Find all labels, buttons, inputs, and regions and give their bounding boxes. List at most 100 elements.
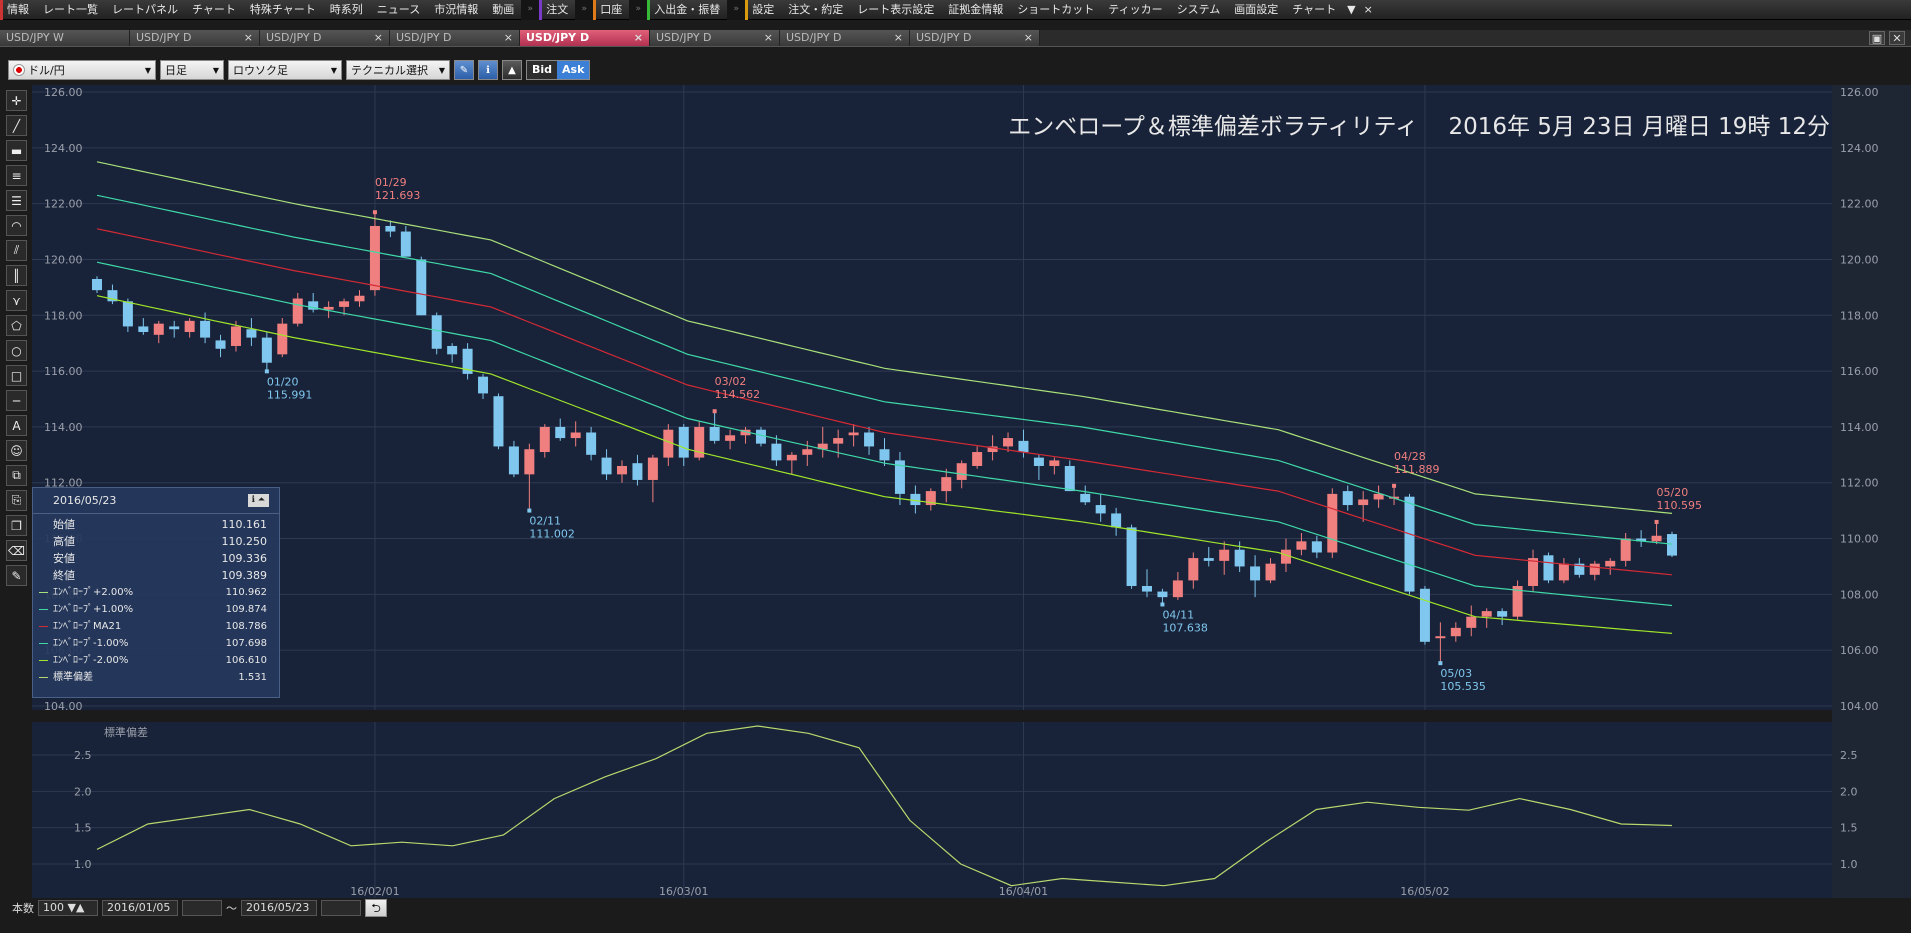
menu-item[interactable]: 注文・約定 — [781, 0, 850, 20]
rectangle-icon[interactable]: □ — [6, 365, 27, 386]
menu-item[interactable]: 口座 — [593, 0, 629, 20]
eraser-small-icon[interactable]: ✎ — [6, 565, 27, 586]
pencil-icon[interactable]: ✎ — [454, 60, 474, 80]
chart-kind-select[interactable]: ロウソク足 ▼ — [228, 60, 342, 80]
chart-svg[interactable]: 126.00 126.00 124.00 124.00 122.00 122.00 120.… — [32, 85, 1911, 898]
candle-up — [1620, 538, 1631, 561]
symbol-select[interactable]: ドル/円 ▼ — [8, 60, 156, 80]
menu-overflow-icon[interactable]: » — [629, 0, 648, 20]
bid-button[interactable]: Bid — [527, 61, 558, 79]
paste-icon[interactable]: ⎘ — [6, 490, 27, 511]
fibonacci-arc-icon[interactable]: ◠ — [6, 215, 27, 236]
area-chart-icon[interactable]: ▲ — [502, 60, 522, 80]
bid-ask-toggle[interactable]: Bid Ask — [526, 60, 591, 80]
end-time-input[interactable] — [321, 900, 361, 916]
menu-item[interactable]: 市況情報 — [427, 0, 485, 20]
menu-dropdown-icon[interactable]: ▼ — [1343, 0, 1359, 20]
menu-item[interactable]: レート一覧 — [36, 0, 105, 20]
y-tick-label-left: 124.00 — [44, 142, 83, 155]
menu-item[interactable]: 注文 — [539, 0, 575, 20]
tab-close-icon[interactable]: × — [634, 30, 643, 46]
menu-item[interactable]: システム — [1170, 0, 1228, 20]
chart-tab[interactable]: USD/JPY D × — [130, 30, 260, 46]
tab-close-icon[interactable]: × — [764, 30, 773, 46]
menu-close-icon[interactable]: × — [1360, 0, 1377, 20]
candle-down — [1311, 541, 1322, 553]
indicator-row: ｴﾝﾍﾞﾛｰﾌﾟ-1.00% 107.698 — [33, 635, 279, 652]
menu-item[interactable]: 情報 — [0, 0, 36, 20]
eraser-icon[interactable]: ▬ — [6, 140, 27, 161]
fan-icon[interactable]: ⫽ — [6, 240, 27, 261]
start-time-input[interactable] — [182, 900, 222, 916]
chart-tab[interactable]: USD/JPY W — [0, 30, 130, 46]
candle-down — [879, 449, 890, 461]
menu-item[interactable]: レートパネル — [105, 0, 185, 20]
line-icon[interactable]: ─ — [6, 390, 27, 411]
info-icon[interactable]: ℹ — [478, 60, 498, 80]
vline-icon[interactable]: ║ — [6, 265, 27, 286]
technical-select[interactable]: テクニカル選択 ▼ — [346, 60, 450, 80]
erase-all-icon[interactable]: ⌫ — [6, 540, 27, 561]
chart-tab[interactable]: USD/JPY D × — [780, 30, 910, 46]
marker-dot — [1392, 483, 1397, 488]
tab-close-icon[interactable]: × — [1024, 30, 1033, 46]
info-collapse-icon[interactable]: ℹ ⏶ — [247, 494, 269, 507]
menu-item[interactable]: 設定 — [745, 0, 781, 20]
menu-overflow-icon[interactable]: » — [575, 0, 594, 20]
chart-tab[interactable]: USD/JPY D × — [910, 30, 1040, 46]
text-icon[interactable]: A — [6, 415, 27, 436]
smiley-icon[interactable]: ☺ — [6, 440, 27, 461]
hline-icon[interactable]: ≡ — [6, 165, 27, 186]
pentagon-icon[interactable]: ⬠ — [6, 315, 27, 336]
count-input[interactable]: 100 ▼▲ — [38, 900, 98, 916]
menu-item[interactable]: ショートカット — [1010, 0, 1101, 20]
menu-item[interactable]: 特殊チャート — [243, 0, 323, 20]
info-date: 2016/05/23 — [53, 494, 117, 507]
sub-panel-bg — [32, 722, 1832, 898]
chart-title: エンベロープ＆標準偏差ボラティリティ 2016年 5月 23日 月曜日 19時 … — [1008, 114, 1830, 140]
duplicate-icon[interactable]: ❐ — [6, 515, 27, 536]
menu-item[interactable]: 時系列 — [323, 0, 370, 20]
candle-down — [493, 396, 504, 447]
interval-select[interactable]: 日足 ▼ — [160, 60, 224, 80]
candle-down — [910, 493, 921, 506]
close-window-icon[interactable]: ✕ — [1889, 31, 1905, 45]
candle-down — [431, 315, 442, 349]
menu-item[interactable]: ニュース — [370, 0, 427, 20]
end-date-input[interactable]: 2016/05/23 — [241, 900, 317, 916]
chart-tab[interactable]: USD/JPY D × — [260, 30, 390, 46]
candle-down — [1342, 491, 1353, 506]
maximize-icon[interactable]: ▣ — [1869, 31, 1885, 45]
indicator-row: ｴﾝﾍﾞﾛｰﾌﾟ+1.00% 109.874 — [33, 601, 279, 618]
pitchfork-icon[interactable]: ⋎ — [6, 290, 27, 311]
menu-item[interactable]: レート表示設定 — [850, 0, 941, 20]
menu-item[interactable]: 入出金・振替 — [647, 0, 727, 20]
channel-icon[interactable]: ☰ — [6, 190, 27, 211]
tab-label: USD/JPY D — [786, 31, 842, 44]
menu-overflow-icon[interactable]: » — [521, 0, 540, 20]
copy-icon[interactable]: ⧉ — [6, 465, 27, 486]
menu-item[interactable]: 動画 — [485, 0, 521, 20]
ask-button[interactable]: Ask — [557, 61, 590, 79]
menu-item[interactable]: 証拠金情報 — [941, 0, 1010, 20]
drawing-tools: ✛ ╱ ▬ ≡ ☰ ◠ ⫽ ║ ⋎ ⬠ ○ □ ─ A ☺ ⧉ ⎘ ❐ ⌫ ✎ — [6, 90, 30, 590]
trendline-icon[interactable]: ╱ — [6, 115, 27, 136]
menu-item[interactable]: 画面設定 — [1227, 0, 1285, 20]
candle-up — [786, 454, 797, 461]
tab-close-icon[interactable]: × — [374, 30, 383, 46]
chart-tab[interactable]: USD/JPY D × — [520, 30, 650, 46]
menu-item[interactable]: チャート — [185, 0, 243, 20]
tab-close-icon[interactable]: × — [504, 30, 513, 46]
crosshair-icon[interactable]: ✛ — [6, 90, 27, 111]
chart-tab[interactable]: USD/JPY D × — [650, 30, 780, 46]
chart-area[interactable]: 126.00 126.00 124.00 124.00 122.00 122.00 120.… — [32, 85, 1911, 898]
menu-item[interactable]: チャート — [1285, 0, 1343, 20]
tab-close-icon[interactable]: × — [244, 30, 253, 46]
menu-overflow-icon[interactable]: » — [727, 0, 746, 20]
chart-tab[interactable]: USD/JPY D × — [390, 30, 520, 46]
reset-icon[interactable]: ⮌ — [365, 899, 387, 917]
start-date-input[interactable]: 2016/01/05 — [102, 900, 178, 916]
circle-icon[interactable]: ○ — [6, 340, 27, 361]
tab-close-icon[interactable]: × — [894, 30, 903, 46]
menu-item[interactable]: ティッカー — [1101, 0, 1169, 20]
